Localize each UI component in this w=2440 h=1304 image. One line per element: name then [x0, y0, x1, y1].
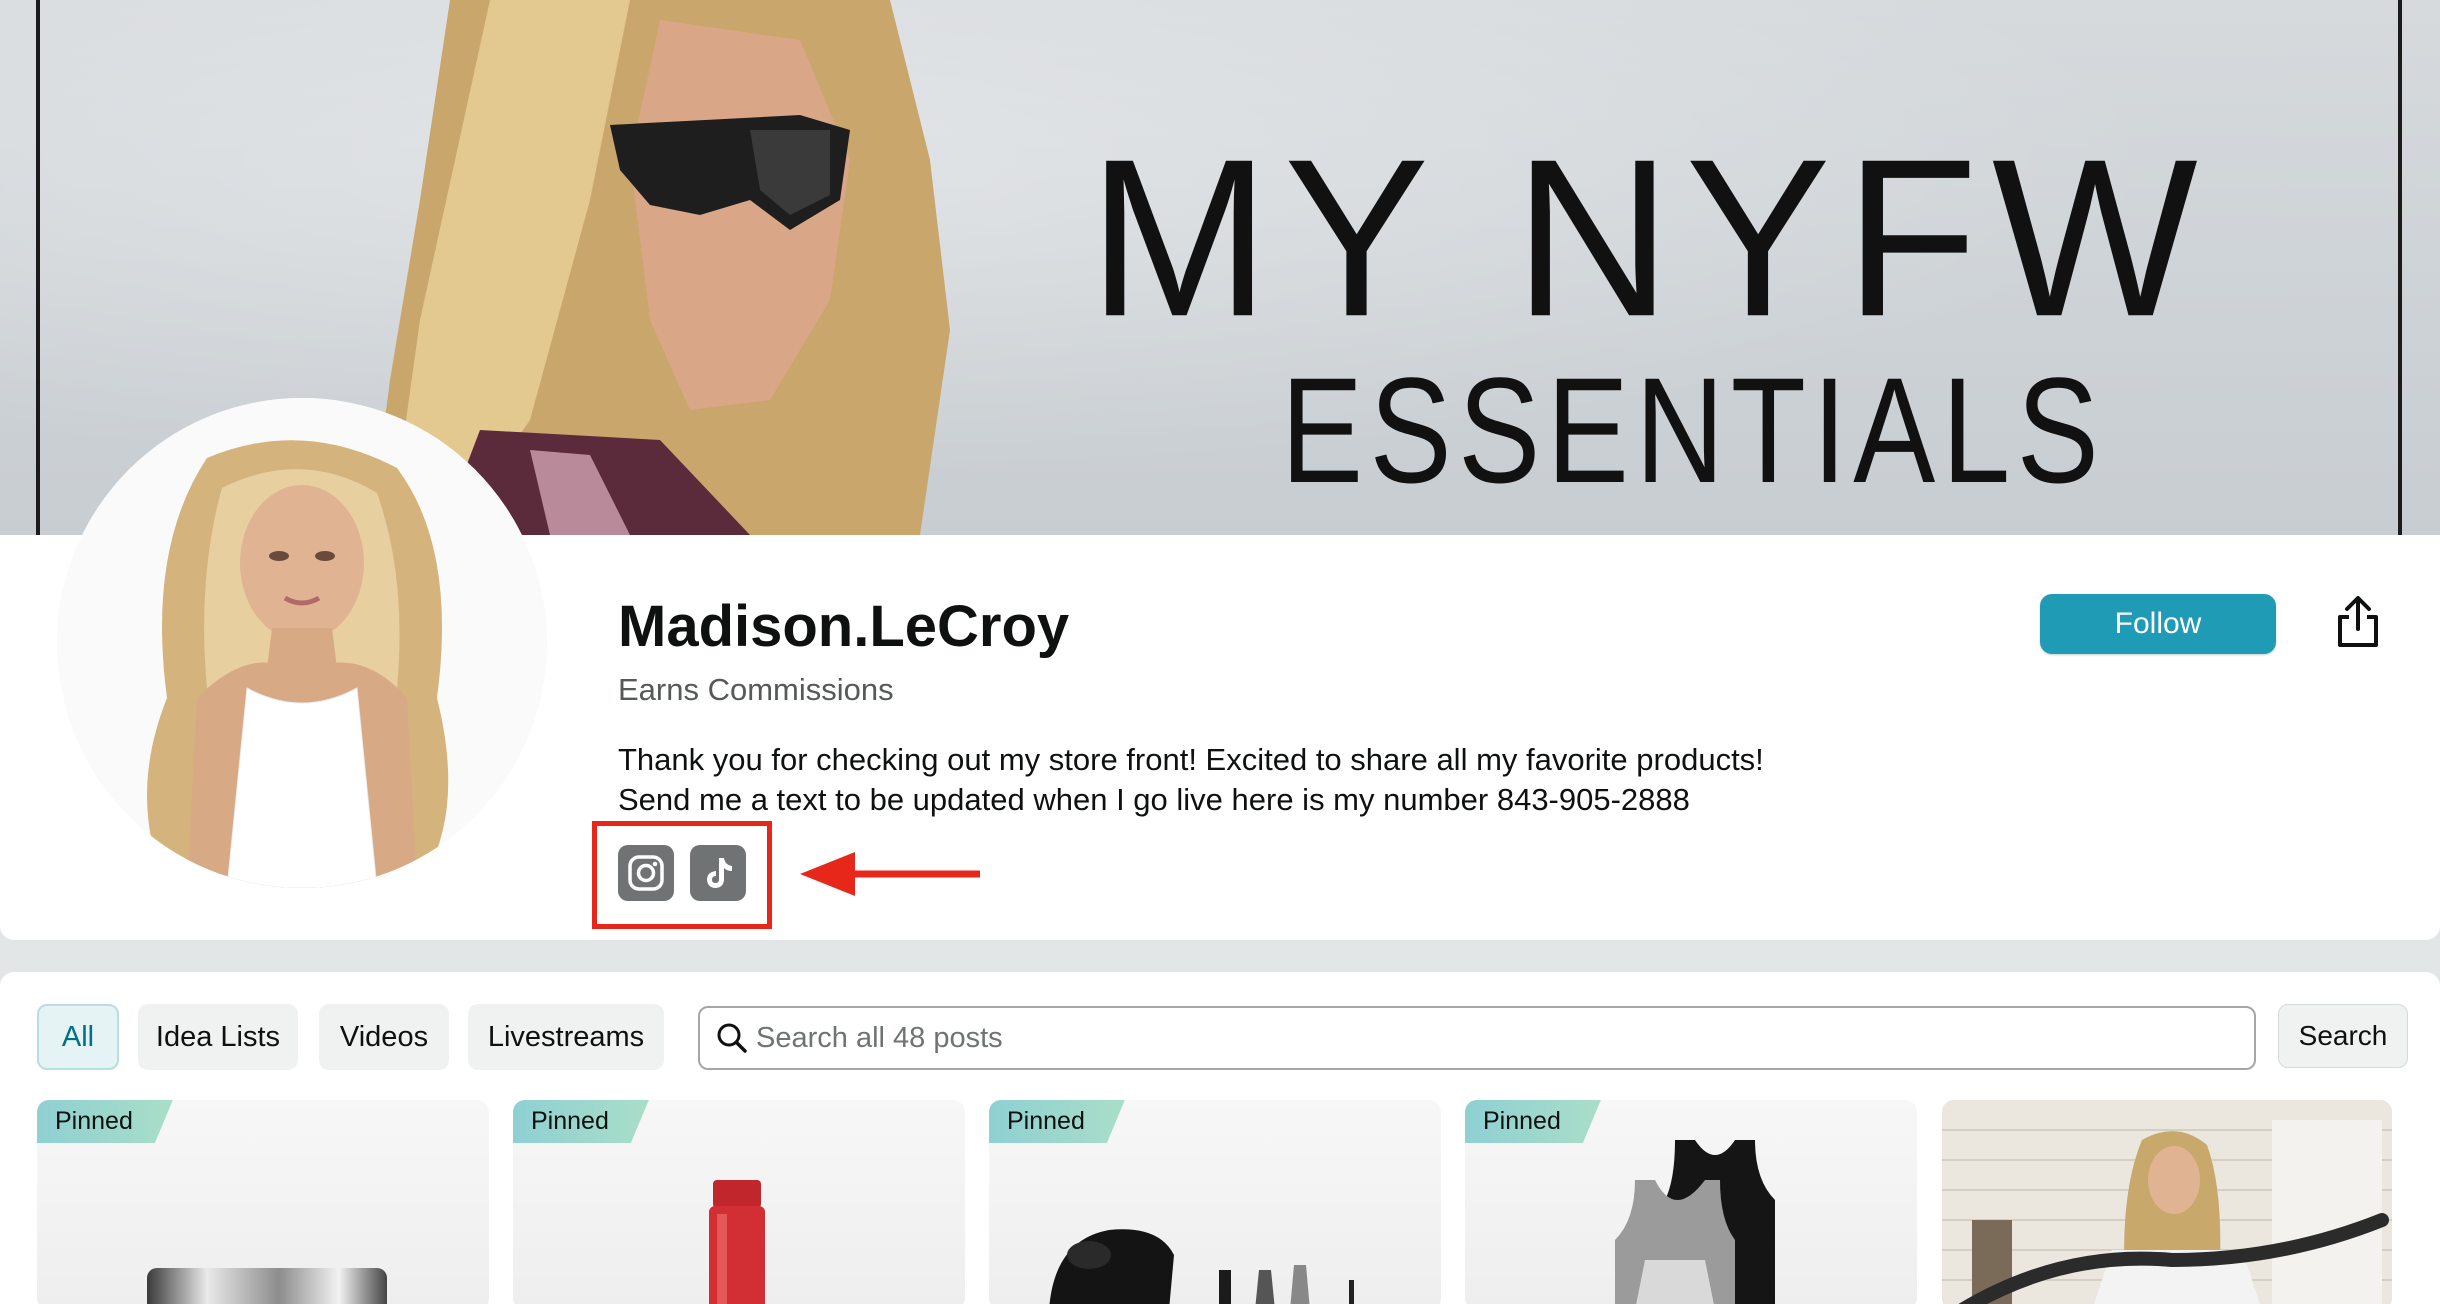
- banner-subheadline: ESSENTIALS: [1281, 346, 2106, 514]
- pinned-badge: Pinned: [989, 1100, 1125, 1143]
- search-bar: [698, 1006, 2256, 1070]
- filter-idea-lists[interactable]: Idea Lists: [138, 1004, 298, 1070]
- highlight-box: [592, 821, 772, 929]
- profile-bio: Thank you for checking out my store fron…: [618, 740, 2018, 820]
- arrow-left-icon: [800, 852, 980, 896]
- banner-headline: MY NYFW: [1088, 113, 2212, 364]
- filter-livestreams[interactable]: Livestreams: [468, 1004, 664, 1070]
- pinned-badge: Pinned: [1465, 1100, 1601, 1143]
- search-button[interactable]: Search: [2278, 1004, 2408, 1068]
- post-card[interactable]: Pinned: [989, 1100, 1441, 1304]
- product-image: [1615, 1140, 1775, 1304]
- share-icon[interactable]: [2330, 590, 2386, 654]
- avatar-photo: [57, 398, 547, 888]
- product-image: [147, 1268, 387, 1304]
- post-card[interactable]: Pinned: [1465, 1100, 1917, 1304]
- post-card[interactable]: Pinned: [513, 1100, 965, 1304]
- search-icon: [717, 1023, 747, 1053]
- filter-videos[interactable]: Videos: [319, 1004, 449, 1070]
- pinned-badge: Pinned: [37, 1100, 173, 1143]
- filter-all[interactable]: All: [37, 1004, 119, 1070]
- bio-line: Thank you for checking out my store fron…: [618, 742, 1764, 777]
- profile-name: Madison.LeCroy: [618, 594, 1070, 659]
- follow-button[interactable]: Follow: [2040, 594, 2276, 654]
- avatar[interactable]: [57, 398, 547, 888]
- product-image: [1049, 1229, 1354, 1304]
- video-thumbnail: [1942, 1100, 2392, 1304]
- bio-line: Send me a text to be updated when I go l…: [618, 782, 1690, 817]
- product-image: [709, 1180, 765, 1304]
- post-card[interactable]: Pinned: [37, 1100, 489, 1304]
- search-input[interactable]: [756, 1021, 2206, 1055]
- video-post-card[interactable]: [1942, 1100, 2392, 1304]
- pinned-badge: Pinned: [513, 1100, 649, 1143]
- earns-commissions-label: Earns Commissions: [618, 672, 894, 707]
